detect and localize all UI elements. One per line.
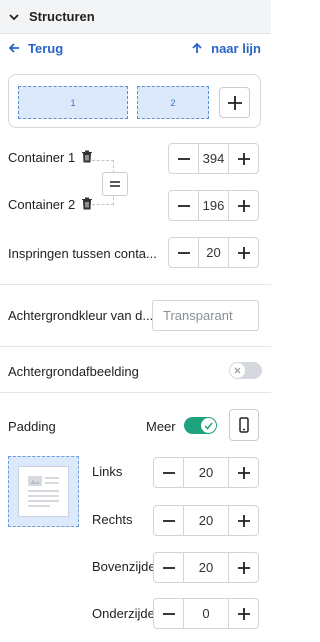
add-column-button[interactable] [219,87,250,118]
plus-icon [237,514,250,527]
column-2-label: 2 [170,97,176,108]
padding-top-label: Bovenzijde [92,559,156,574]
container-1-stepper: 394 [168,143,259,174]
more-toggle[interactable] [184,417,217,434]
indent-value[interactable]: 20 [199,238,228,267]
divider [0,392,271,393]
padding-bottom-value[interactable]: 0 [184,599,228,628]
smartphone-icon [239,417,249,433]
plus-icon [227,95,242,110]
document-lines-icon [28,476,59,507]
increment-button[interactable] [228,599,258,628]
minus-icon [162,519,175,522]
background-image-label: Achtergrondafbeelding [8,364,139,379]
mobile-device-button[interactable] [229,409,259,441]
increment-button[interactable] [228,191,258,220]
minus-icon [177,251,190,254]
divider [0,346,271,347]
container-1-label: Container 1 [8,150,76,165]
padding-top-stepper: 20 [153,552,259,583]
section-title: Structuren [29,9,95,24]
section-header[interactable]: Structuren [0,0,271,34]
decrement-button[interactable] [154,458,184,487]
padding-top-value[interactable]: 20 [184,553,228,582]
plus-icon [237,246,250,259]
plus-icon [237,199,250,212]
columns-box: 1 2 [8,74,261,128]
column-1[interactable]: 1 [18,86,128,119]
decrement-button[interactable] [169,191,199,220]
padding-right-value[interactable]: 20 [184,506,228,535]
equals-icon [110,181,120,187]
toggle-knob [230,363,245,378]
plus-icon [237,607,250,620]
minus-icon [177,204,190,207]
decrement-button[interactable] [154,506,184,535]
container-2-stepper: 196 [168,190,259,221]
increment-button[interactable] [228,506,258,535]
plus-icon [237,466,250,479]
padding-right-label: Rechts [92,512,133,527]
minus-icon [162,471,175,474]
close-icon [234,367,241,374]
more-label: Meer [146,419,176,434]
container-2-value[interactable]: 196 [199,191,228,220]
container-1-value[interactable]: 394 [199,144,228,173]
padding-left-stepper: 20 [153,457,259,488]
increment-button[interactable] [228,553,258,582]
minus-icon [162,566,175,569]
column-1-label: 1 [70,97,76,108]
padding-left-value[interactable]: 20 [184,458,228,487]
padding-bottom-label: Onderzijde [92,606,155,621]
document-preview-icon [18,466,69,517]
arrow-up-icon [192,42,202,53]
column-2[interactable]: 2 [137,86,209,119]
up-label: naar lijn [211,40,261,56]
back-label: Terug [28,40,64,56]
decrement-button[interactable] [169,144,199,173]
increment-button[interactable] [228,144,258,173]
increment-button[interactable] [228,238,258,267]
padding-right-stepper: 20 [153,505,259,536]
up-to-row-link[interactable]: naar lijn [191,41,261,56]
plus-icon [237,561,250,574]
increment-button[interactable] [228,458,258,487]
padding-bottom-stepper: 0 [153,598,259,629]
decrement-button[interactable] [154,553,184,582]
background-image-toggle[interactable] [229,362,262,379]
padding-label: Padding [8,419,56,434]
minus-icon [162,612,175,615]
arrow-left-icon [8,43,19,53]
divider [0,284,271,285]
toggle-knob [201,418,216,433]
indent-label: Inspringen tussen conta... [8,246,157,261]
background-color-input[interactable]: Transparant [152,300,259,331]
indent-stepper: 20 [168,237,259,268]
plus-icon [237,152,250,165]
decrement-button[interactable] [154,599,184,628]
equalize-containers-button[interactable] [102,172,128,196]
background-color-label: Achtergrondkleur van d... [8,308,154,323]
check-icon [204,422,213,430]
nav-row: Terug naar lijn [0,36,271,60]
chevron-down-icon [9,13,19,20]
minus-icon [177,157,190,160]
back-link[interactable]: Terug [8,41,63,56]
decrement-button[interactable] [169,238,199,267]
padding-left-label: Links [92,464,123,479]
padding-preview [8,456,79,527]
container-2-label: Container 2 [8,197,76,212]
